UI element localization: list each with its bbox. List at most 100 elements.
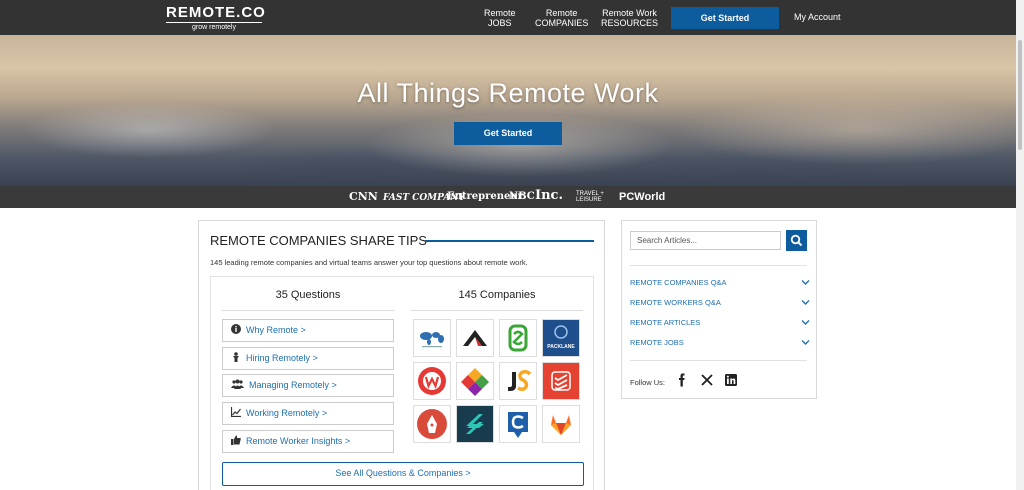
chevron-down-icon xyxy=(801,320,810,325)
logo-tagline: grow remotely xyxy=(166,22,262,32)
colorful-diamond-logo xyxy=(461,368,489,396)
red-roof-logo xyxy=(463,330,487,346)
managing-remotely-button[interactable]: Managing Remotely > xyxy=(222,374,394,397)
questions-companies-panel: 35 Questions 145 Companies Why Remote > … xyxy=(210,276,594,490)
company-logo-js[interactable] xyxy=(499,362,537,400)
packlane-wordmark: PACKLANE xyxy=(547,344,575,350)
gitlab-fox-logo xyxy=(551,415,571,435)
working-remotely-button[interactable]: Working Remotely > xyxy=(222,402,394,425)
sidebar-item-articles[interactable]: REMOTE ARTICLES xyxy=(630,318,810,327)
working-remotely-label: Working Remotely > xyxy=(246,408,328,418)
company-logo-teal-bolt[interactable] xyxy=(456,405,494,443)
top-navigation-bar: REMOTE.CO grow remotely Remote JOBS Remo… xyxy=(0,0,1016,35)
search-articles-input[interactable] xyxy=(630,231,781,250)
site-logo[interactable]: REMOTE.CO grow remotely xyxy=(166,4,266,32)
sidebar-divider xyxy=(630,265,807,266)
remote-tips-card: REMOTE COMPANIES SHARE TIPS 145 leading … xyxy=(198,220,605,490)
sidebar-item-articles-label: REMOTE ARTICLES xyxy=(630,318,701,327)
nav-remote-jobs[interactable]: Remote JOBS xyxy=(484,8,516,28)
sidebar-divider xyxy=(630,360,807,361)
green-s-logo xyxy=(508,324,528,352)
nav-remote-companies[interactable]: Remote COMPANIES xyxy=(535,8,588,28)
questions-heading-rule xyxy=(222,310,394,311)
pcworld-logo: PCWorld xyxy=(619,191,666,203)
section-subtitle: 145 leading remote companies and virtual… xyxy=(210,258,528,267)
sidebar-item-workers-qa-label: REMOTE WORKERS Q&A xyxy=(630,298,721,307)
see-all-questions-companies-button[interactable]: See All Questions & Companies > xyxy=(222,462,584,486)
linkedin-icon xyxy=(725,374,737,386)
nav-resources-line2: RESOURCES xyxy=(601,18,659,28)
sidebar-item-workers-qa[interactable]: REMOTE WORKERS Q&A xyxy=(630,298,810,307)
nav-resources-line1: Remote Work xyxy=(602,8,657,18)
world-map-logo xyxy=(420,332,444,348)
nbc-logo: NBC xyxy=(509,191,535,202)
search-button[interactable] xyxy=(786,230,807,251)
why-remote-button[interactable]: Why Remote > xyxy=(222,319,394,342)
red-w-logo xyxy=(418,367,446,395)
sidebar-item-companies-qa[interactable]: REMOTE COMPANIES Q&A xyxy=(630,278,810,287)
group-icon xyxy=(231,379,244,389)
linkedin-link[interactable] xyxy=(724,373,738,387)
company-logo-red-todoist[interactable] xyxy=(542,362,580,400)
nav-remote-companies-line2: COMPANIES xyxy=(535,18,589,28)
companies-heading-rule xyxy=(411,310,583,311)
remote-worker-insights-button[interactable]: Remote Worker Insights > xyxy=(222,430,394,453)
travel-leisure-logo: TRAVEL + LEISURE xyxy=(576,191,604,203)
company-logo-red-roof[interactable] xyxy=(456,319,494,357)
hero-banner: All Things Remote Work Get Started xyxy=(0,35,1016,186)
person-icon xyxy=(233,352,239,362)
sidebar-item-companies-qa-label: REMOTE COMPANIES Q&A xyxy=(630,278,727,287)
sidebar-item-jobs-label: REMOTE JOBS xyxy=(630,338,684,347)
company-logo-red-w[interactable] xyxy=(413,362,451,400)
company-logo-green-s[interactable] xyxy=(499,319,537,357)
facebook-link[interactable] xyxy=(675,373,689,387)
hero-get-started-button[interactable]: Get Started xyxy=(454,122,562,145)
header-get-started-button[interactable]: Get Started xyxy=(671,7,779,29)
hiring-remotely-button[interactable]: Hiring Remotely > xyxy=(222,347,394,370)
follow-us-label: Follow Us: xyxy=(630,378,666,387)
x-link[interactable] xyxy=(700,373,714,387)
company-logo-packlane[interactable]: PACKLANE xyxy=(542,319,580,357)
teal-bolt-logo xyxy=(466,414,484,434)
page-scrollbar-thumb[interactable] xyxy=(1018,40,1022,150)
packlane-logo xyxy=(554,325,568,339)
red-pen-logo xyxy=(417,409,447,439)
why-remote-label: Why Remote > xyxy=(246,325,306,335)
cnn-logo: CNN xyxy=(349,190,378,203)
my-account-link[interactable]: My Account xyxy=(794,12,841,22)
nav-remote-jobs-line1: Remote xyxy=(484,8,516,18)
facebook-icon xyxy=(679,373,685,387)
company-logo-blue-c[interactable] xyxy=(499,405,537,443)
articles-sidebar: REMOTE COMPANIES Q&A REMOTE WORKERS Q&A … xyxy=(621,220,817,399)
red-todoist-logo xyxy=(551,371,571,391)
nav-remote-work-resources[interactable]: Remote Work RESOURCES xyxy=(601,8,658,28)
chevron-down-icon xyxy=(801,280,810,285)
company-logo-gitlab-fox[interactable] xyxy=(542,405,580,443)
blue-c-logo xyxy=(508,412,528,438)
sidebar-item-jobs[interactable]: REMOTE JOBS xyxy=(630,338,810,347)
title-underline xyxy=(425,240,594,242)
hero-title: All Things Remote Work xyxy=(357,78,659,108)
managing-remotely-label: Managing Remotely > xyxy=(249,380,337,390)
press-logos-strip: CNN FAST COMPANY Entrepreneur NBC Inc. T… xyxy=(0,186,1016,208)
company-logo-red-pen[interactable] xyxy=(413,405,451,443)
logo-name: REMOTE.CO xyxy=(166,4,266,21)
chevron-down-icon xyxy=(801,340,810,345)
company-logo-colorful-diamond[interactable] xyxy=(456,362,494,400)
hiring-remotely-label: Hiring Remotely > xyxy=(246,353,318,363)
search-icon xyxy=(790,234,803,247)
js-logo xyxy=(508,370,532,392)
chevron-down-icon xyxy=(801,300,810,305)
nav-remote-companies-line1: Remote xyxy=(545,8,578,18)
questions-heading: 35 Questions xyxy=(275,289,341,301)
chart-icon xyxy=(231,407,241,417)
remote-worker-insights-label: Remote Worker Insights > xyxy=(246,436,351,446)
company-logo-world-map[interactable] xyxy=(413,319,451,357)
x-icon xyxy=(701,374,713,386)
info-icon xyxy=(231,324,241,334)
companies-heading: 145 Companies xyxy=(458,289,536,301)
inc-logo: Inc. xyxy=(535,188,563,203)
section-title: REMOTE COMPANIES SHARE TIPS xyxy=(210,233,427,248)
thumbs-up-icon xyxy=(231,435,241,445)
nav-remote-jobs-line2: JOBS xyxy=(488,18,512,28)
